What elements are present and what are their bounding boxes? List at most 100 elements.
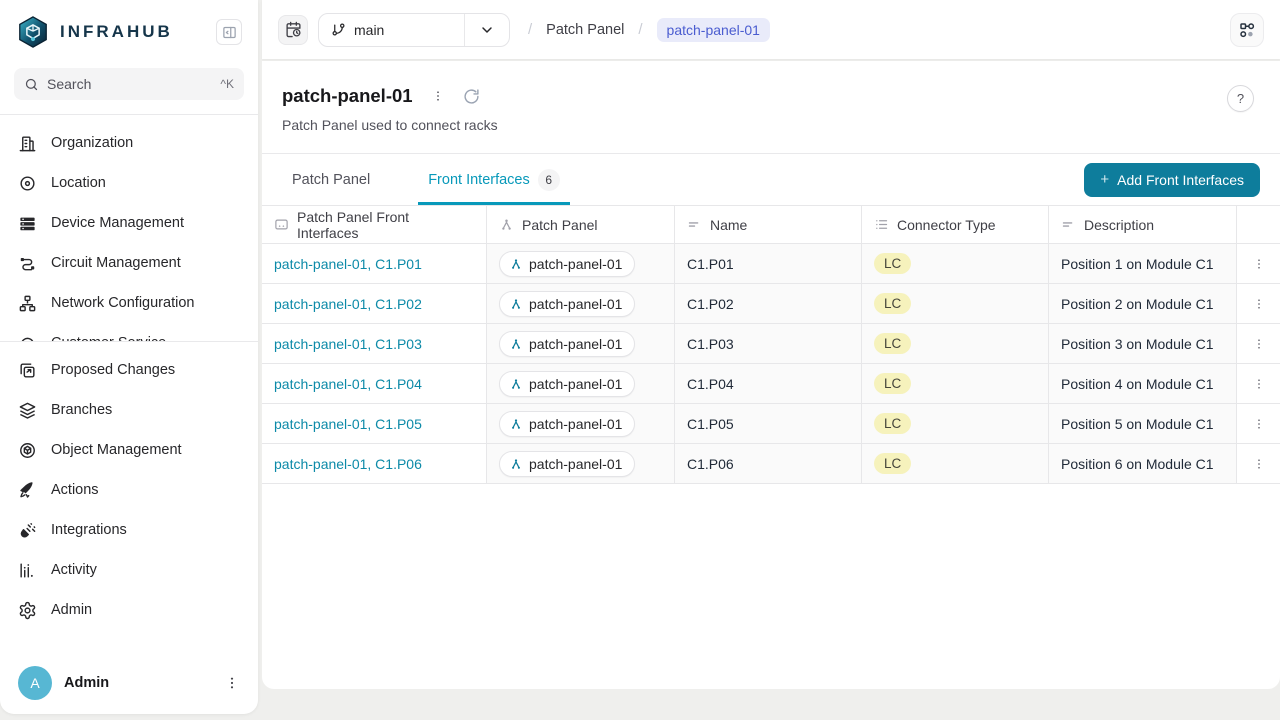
- column-header-patch-panel[interactable]: Patch Panel: [487, 206, 675, 244]
- column-header-connector-type[interactable]: Connector Type: [862, 206, 1049, 244]
- patch-panel-chip[interactable]: patch-panel-01: [499, 331, 635, 357]
- row-kebab-icon[interactable]: [1252, 457, 1266, 471]
- table-row-link-cell: patch-panel-01, C1.P06: [262, 444, 487, 484]
- row-kebab-icon[interactable]: [1252, 337, 1266, 351]
- breadcrumb-separator: /: [528, 21, 532, 38]
- connector-type-badge: LC: [874, 373, 911, 394]
- sidebar-item-location[interactable]: Location: [8, 163, 250, 203]
- table-row-connector-cell: LC: [862, 244, 1049, 284]
- column-header-name[interactable]: Name: [675, 206, 862, 244]
- sidebar-item-branches[interactable]: Branches: [8, 390, 250, 430]
- panel-collapse-icon: [222, 25, 237, 40]
- patch-panel-chip[interactable]: patch-panel-01: [499, 451, 635, 477]
- proposed-changes-icon: [18, 361, 37, 380]
- table-row-patch-panel-cell: patch-panel-01: [487, 444, 675, 484]
- text-lines-icon: [1061, 217, 1076, 232]
- sidebar-item-proposed-changes[interactable]: Proposed Changes: [8, 350, 250, 390]
- rocket-icon: [18, 481, 37, 500]
- help-button[interactable]: ?: [1227, 85, 1254, 112]
- breadcrumb-separator: /: [638, 21, 642, 38]
- row-kebab-icon[interactable]: [1252, 417, 1266, 431]
- time-travel-button[interactable]: [278, 15, 308, 45]
- column-header-front-interfaces[interactable]: Patch Panel Front Interfaces: [262, 206, 487, 244]
- table-row-connector-cell: LC: [862, 404, 1049, 444]
- list-icon: [874, 217, 889, 232]
- interface-name: C1.P05: [687, 416, 734, 432]
- table-row-name-cell: C1.P02: [675, 284, 862, 324]
- patch-panel-chip[interactable]: patch-panel-01: [499, 411, 635, 437]
- table-row-patch-panel-cell: patch-panel-01: [487, 244, 675, 284]
- table-row-link-cell: patch-panel-01, C1.P01: [262, 244, 487, 284]
- sidebar-item-activity[interactable]: Activity: [8, 550, 250, 590]
- gear-icon: [18, 601, 37, 620]
- refresh-icon[interactable]: [463, 88, 480, 105]
- sidebar-collapse-button[interactable]: [216, 19, 242, 45]
- sidebar-item-customer-service[interactable]: Customer Service: [8, 323, 250, 341]
- row-kebab-icon[interactable]: [1252, 297, 1266, 311]
- object-header: patch-panel-01 ? Patch Panel used to con…: [262, 61, 1280, 133]
- chevron-down-icon[interactable]: [465, 22, 509, 38]
- table-row-patch-panel-cell: patch-panel-01: [487, 324, 675, 364]
- table-row-actions-cell: [1237, 244, 1280, 284]
- interface-link[interactable]: patch-panel-01, C1.P05: [274, 416, 422, 432]
- interface-link[interactable]: patch-panel-01, C1.P02: [274, 296, 422, 312]
- branch-selector[interactable]: main: [318, 13, 510, 47]
- row-kebab-icon[interactable]: [1252, 257, 1266, 271]
- schema-graph-button[interactable]: [1230, 13, 1264, 47]
- column-label: Connector Type: [897, 217, 996, 233]
- layers-icon: [18, 401, 37, 420]
- user-name: Admin: [64, 675, 224, 691]
- interface-description: Position 3 on Module C1: [1061, 336, 1214, 352]
- interface-name: C1.P03: [687, 336, 734, 352]
- patch-panel-chip-label: patch-panel-01: [529, 296, 622, 312]
- sidebar-item-label: Activity: [51, 562, 97, 578]
- sidebar-item-network-configuration[interactable]: Network Configuration: [8, 283, 250, 323]
- table-row-description-cell: Position 4 on Module C1: [1049, 364, 1237, 404]
- sidebar-item-object-management[interactable]: Object Management: [8, 430, 250, 470]
- interface-name: C1.P01: [687, 256, 734, 272]
- patch-panel-chip-label: patch-panel-01: [529, 456, 622, 472]
- sidebar-item-actions[interactable]: Actions: [8, 470, 250, 510]
- table-row-link-cell: patch-panel-01, C1.P03: [262, 324, 487, 364]
- column-header-description[interactable]: Description: [1049, 206, 1237, 244]
- add-front-interfaces-button[interactable]: + Add Front Interfaces: [1084, 163, 1260, 197]
- sidebar-item-organization[interactable]: Organization: [8, 123, 250, 163]
- patch-panel-chip[interactable]: patch-panel-01: [499, 251, 635, 277]
- table-row-actions-cell: [1237, 404, 1280, 444]
- title-kebab-icon[interactable]: [431, 89, 445, 103]
- calendar-clock-icon: [285, 21, 302, 38]
- relationship-icon: [509, 377, 523, 391]
- add-button-label: Add Front Interfaces: [1117, 172, 1244, 188]
- breadcrumb-parent[interactable]: Patch Panel: [546, 22, 624, 38]
- patch-panel-chip[interactable]: patch-panel-01: [499, 371, 635, 397]
- interface-link[interactable]: patch-panel-01, C1.P01: [274, 256, 422, 272]
- table-row-link-cell: patch-panel-01, C1.P04: [262, 364, 487, 404]
- tab-patch-panel[interactable]: Patch Panel: [282, 154, 380, 205]
- row-kebab-icon[interactable]: [1252, 377, 1266, 391]
- patch-panel-chip-label: patch-panel-01: [529, 376, 622, 392]
- patch-panel-chip[interactable]: patch-panel-01: [499, 291, 635, 317]
- table-row-name-cell: C1.P04: [675, 364, 862, 404]
- user-menu-kebab-icon[interactable]: [224, 675, 240, 691]
- interface-link[interactable]: patch-panel-01, C1.P03: [274, 336, 422, 352]
- table-row-description-cell: Position 6 on Module C1: [1049, 444, 1237, 484]
- relationship-icon: [509, 257, 523, 271]
- sidebar-item-label: Circuit Management: [51, 255, 181, 271]
- main-panel: patch-panel-01 ? Patch Panel used to con…: [262, 61, 1280, 689]
- sidebar-item-device-management[interactable]: Device Management: [8, 203, 250, 243]
- branch-name: main: [354, 22, 384, 38]
- breadcrumb-current[interactable]: patch-panel-01: [657, 18, 770, 42]
- search-input[interactable]: Search ^K: [14, 68, 244, 100]
- sidebar-item-circuit-management[interactable]: Circuit Management: [8, 243, 250, 283]
- git-branch-icon: [331, 22, 346, 37]
- search-placeholder: Search: [47, 76, 220, 92]
- avatar: A: [18, 666, 52, 700]
- user-menu[interactable]: A Admin: [0, 666, 258, 700]
- interface-link[interactable]: patch-panel-01, C1.P06: [274, 456, 422, 472]
- tab-count-badge: 6: [538, 169, 560, 191]
- sidebar-item-admin[interactable]: Admin: [8, 590, 250, 630]
- tab-front-interfaces[interactable]: Front Interfaces 6: [418, 154, 570, 205]
- table-row-actions-cell: [1237, 364, 1280, 404]
- interface-link[interactable]: patch-panel-01, C1.P04: [274, 376, 422, 392]
- sidebar-item-integrations[interactable]: Integrations: [8, 510, 250, 550]
